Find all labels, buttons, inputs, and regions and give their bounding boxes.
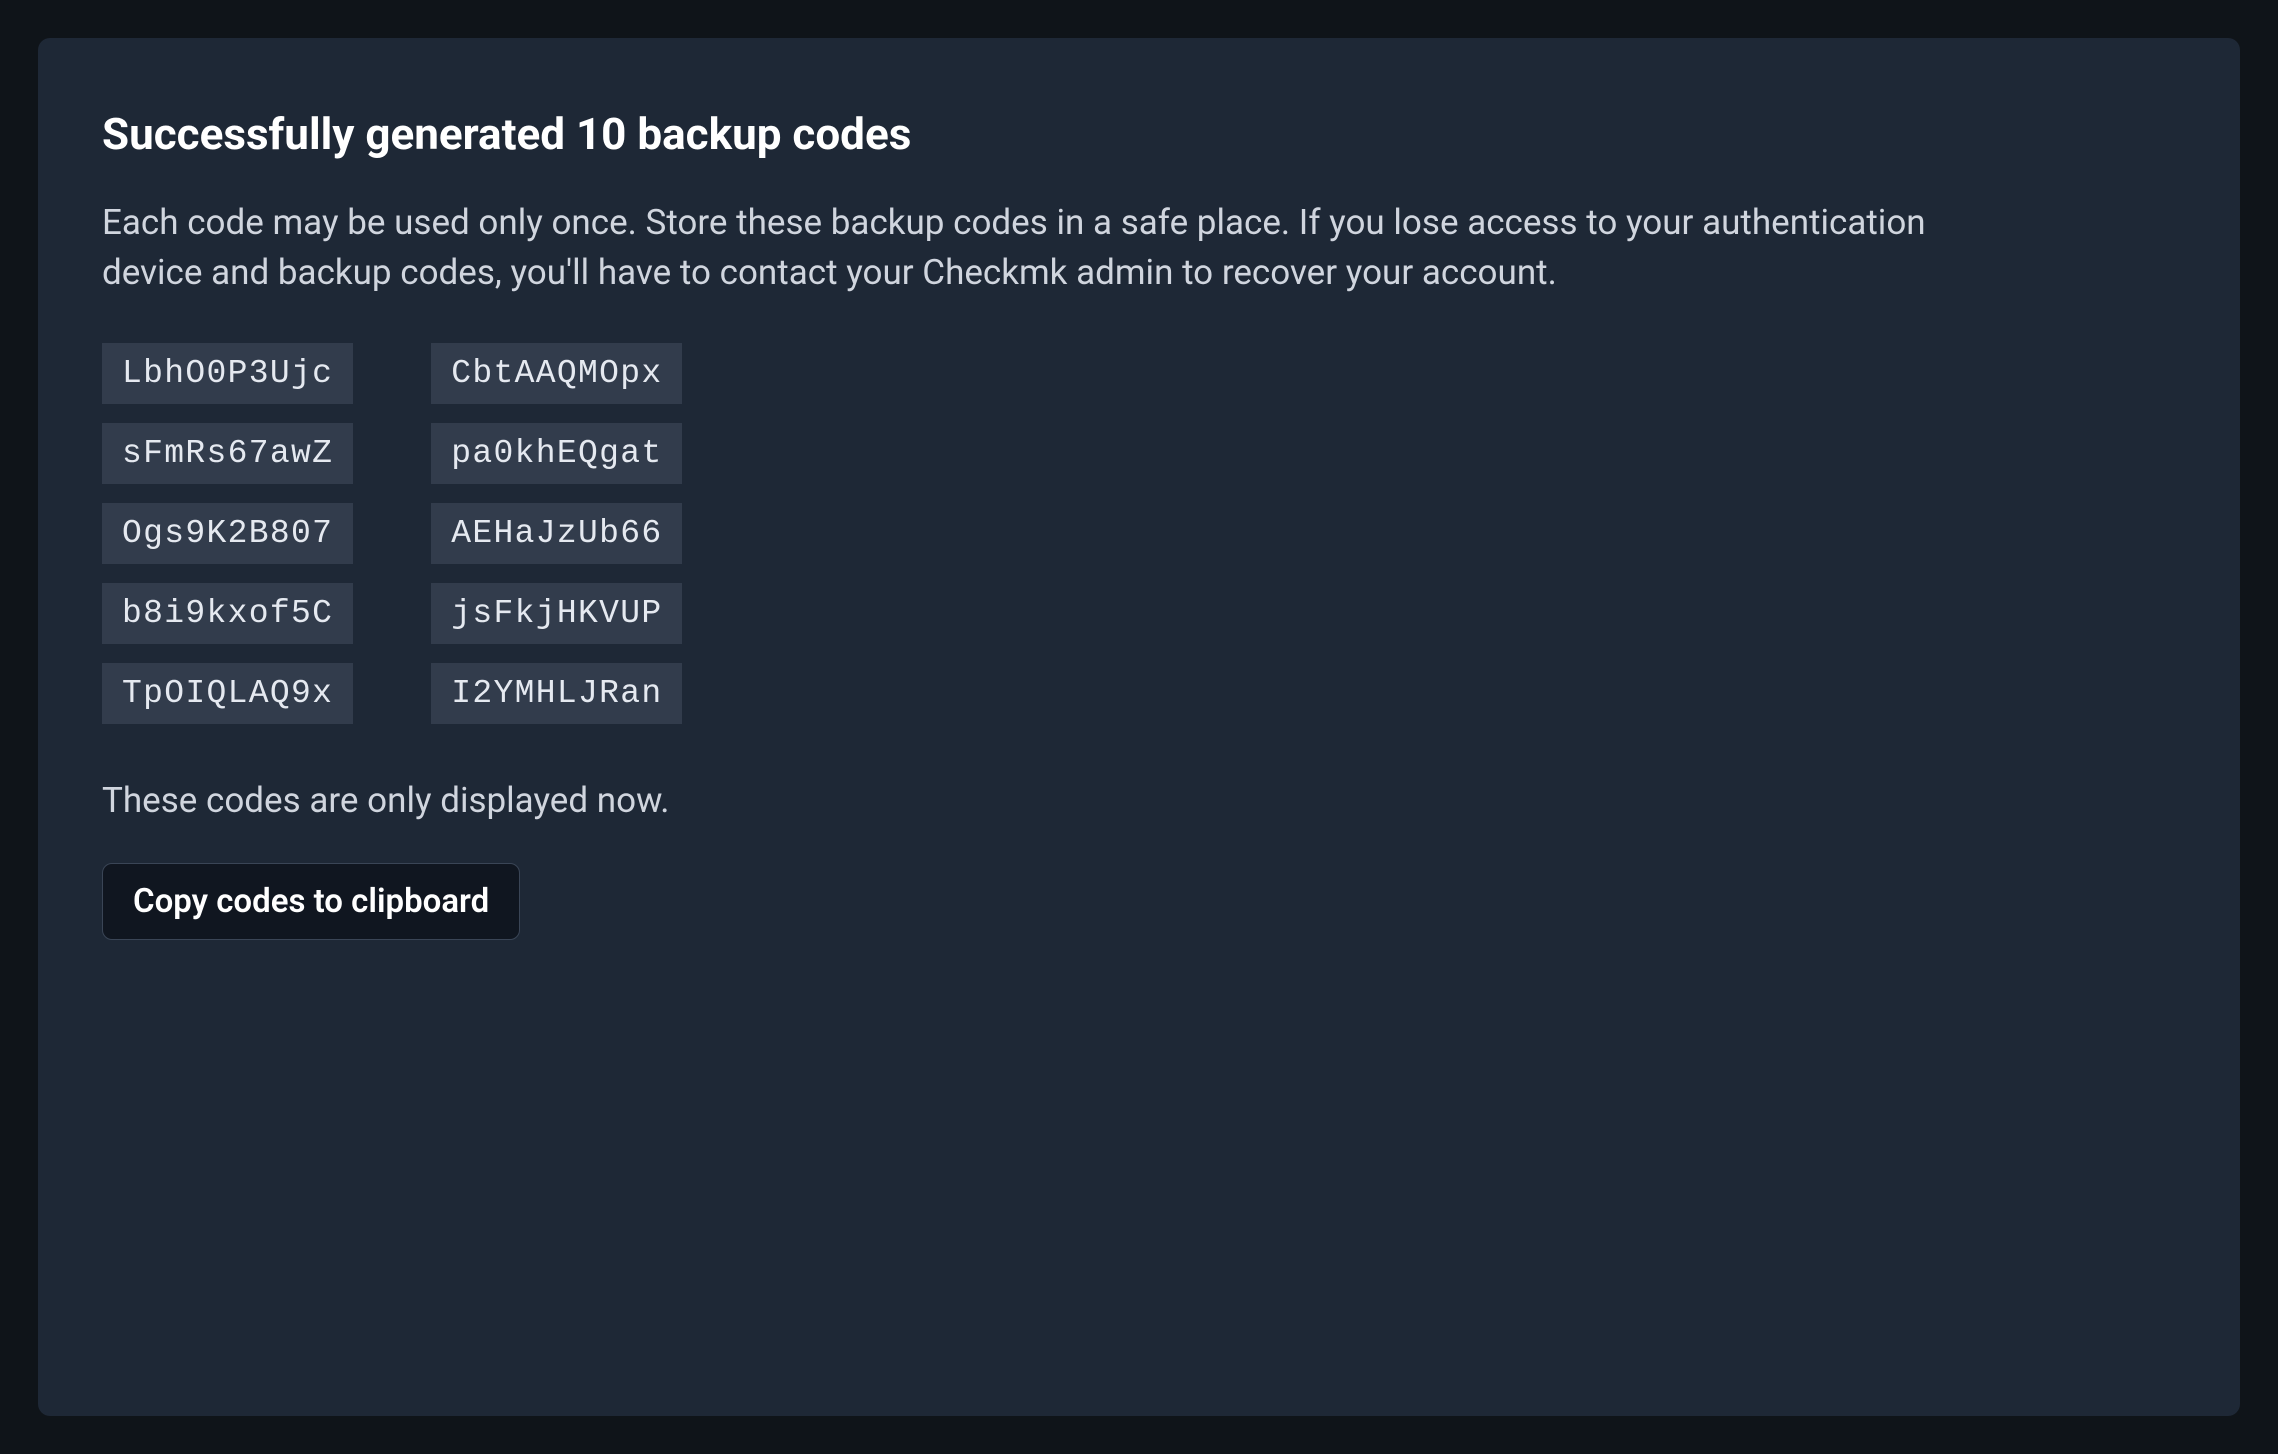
backup-code: pa0khEQgat — [431, 423, 682, 484]
panel-description: Each code may be used only once. Store t… — [102, 198, 2032, 297]
backup-code: Ogs9K2B807 — [102, 503, 353, 564]
panel-title: Successfully generated 10 backup codes — [102, 108, 2176, 160]
backup-codes-grid: LbhO0P3Ujc CbtAAQMOpx sFmRs67awZ pa0khEQ… — [102, 343, 2176, 724]
copy-codes-button[interactable]: Copy codes to clipboard — [102, 863, 520, 940]
backup-codes-panel: Successfully generated 10 backup codes E… — [38, 38, 2240, 1416]
backup-code: CbtAAQMOpx — [431, 343, 682, 404]
backup-code: b8i9kxof5C — [102, 583, 353, 644]
backup-code: LbhO0P3Ujc — [102, 343, 353, 404]
backup-code: TpOIQLAQ9x — [102, 663, 353, 724]
backup-code: sFmRs67awZ — [102, 423, 353, 484]
backup-code: AEHaJzUb66 — [431, 503, 682, 564]
panel-footnote: These codes are only displayed now. — [102, 780, 2176, 821]
backup-code: jsFkjHKVUP — [431, 583, 682, 644]
backup-code: I2YMHLJRan — [431, 663, 682, 724]
